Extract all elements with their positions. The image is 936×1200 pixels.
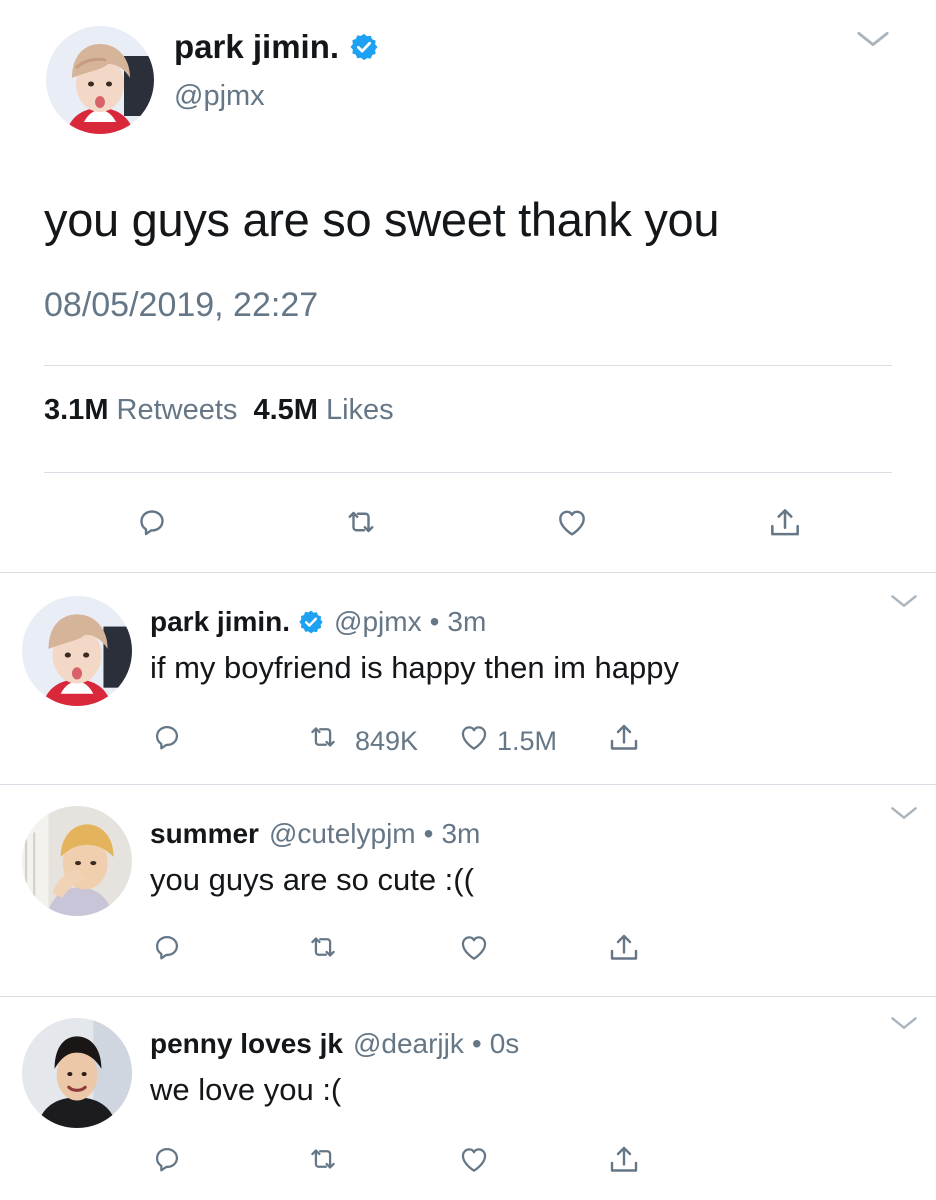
action-bar: [0, 1142, 936, 1182]
main-tweet: park jimin. @pjmx you guys are so sweet …: [0, 0, 936, 572]
handle[interactable]: @dearjjk: [353, 1028, 464, 1060]
timestamp: 3m: [447, 606, 487, 637]
display-name-text: park jimin.: [174, 28, 340, 65]
display-name[interactable]: park jimin.: [150, 606, 290, 638]
retweet-count: 849K: [355, 726, 419, 756]
avatar[interactable]: [22, 1018, 132, 1128]
likes-count: 4.5M: [253, 394, 318, 426]
avatar[interactable]: [46, 26, 154, 134]
tweet-text: you guys are so sweet thank you: [44, 193, 720, 246]
separator: •: [471, 1028, 482, 1059]
retweet-icon[interactable]: [304, 720, 342, 754]
display-name[interactable]: summer: [150, 818, 259, 850]
retweet-icon[interactable]: [304, 930, 342, 964]
action-bar: [0, 930, 936, 970]
like-icon[interactable]: [456, 930, 492, 964]
retweets-stat[interactable]: 3.1M Retweets: [44, 394, 237, 427]
timestamp: 08/05/2019, 22:27: [44, 286, 319, 324]
chevron-down-icon[interactable]: [890, 1016, 918, 1035]
chevron-down-icon[interactable]: [856, 30, 890, 48]
engagement-stats: 3.1M Retweets 4.5M Likes: [44, 394, 394, 427]
share-icon[interactable]: [606, 720, 642, 756]
reply-tweet[interactable]: penny loves jk @dearjjk • 0s we love you…: [0, 996, 936, 1200]
reply-header: summer @cutelypjm • 3m: [150, 818, 480, 850]
chevron-down-icon[interactable]: [890, 594, 918, 613]
tweet-text: we love you :(: [150, 1072, 342, 1107]
like-icon[interactable]: [456, 720, 492, 754]
handle[interactable]: @pjmx: [334, 606, 422, 638]
reply-tweet[interactable]: park jimin. @pjmx • 3m if my boyfriend i…: [0, 572, 936, 784]
retweets-count: 3.1M: [44, 394, 109, 426]
tweet-text: if my boyfriend is happy then im happy: [150, 650, 679, 685]
share-icon[interactable]: [606, 930, 642, 966]
reply-icon[interactable]: [150, 1142, 184, 1176]
likes-label: Likes: [325, 394, 394, 426]
chevron-down-icon[interactable]: [890, 806, 918, 825]
reply-header: park jimin. @pjmx • 3m: [150, 606, 486, 638]
reply-tweet[interactable]: summer @cutelypjm • 3m you guys are so c…: [0, 784, 936, 996]
likes-stat[interactable]: 4.5M Likes: [253, 394, 393, 427]
handle[interactable]: @cutelypjm: [269, 818, 416, 850]
retweet-icon[interactable]: [304, 1142, 342, 1176]
display-name[interactable]: penny loves jk: [150, 1028, 343, 1060]
like-icon[interactable]: [456, 1142, 492, 1176]
handle[interactable]: @pjmx: [174, 80, 265, 113]
reply-header: penny loves jk @dearjjk • 0s: [150, 1028, 519, 1060]
divider: [44, 472, 892, 473]
verified-badge-icon: [349, 32, 379, 62]
tweet-text: you guys are so cute :((: [150, 862, 474, 897]
like-count: 1.5M: [497, 726, 558, 756]
timestamp: 0s: [489, 1028, 520, 1059]
share-icon[interactable]: [606, 1142, 642, 1178]
avatar[interactable]: [22, 596, 132, 706]
reply-icon[interactable]: [150, 720, 184, 754]
timestamp: 3m: [441, 818, 481, 849]
verified-badge-icon: [298, 609, 324, 635]
action-bar: 849K 1.5M: [0, 720, 936, 760]
reply-icon[interactable]: [134, 504, 170, 540]
retweets-label: Retweets: [116, 394, 238, 426]
separator: •: [429, 606, 440, 637]
display-name[interactable]: park jimin.: [174, 28, 379, 66]
separator: •: [423, 818, 434, 849]
reply-icon[interactable]: [150, 930, 184, 964]
divider: [44, 365, 892, 366]
avatar[interactable]: [22, 806, 132, 916]
share-icon[interactable]: [766, 504, 804, 542]
like-icon[interactable]: [553, 504, 591, 540]
retweet-icon[interactable]: [342, 504, 380, 540]
